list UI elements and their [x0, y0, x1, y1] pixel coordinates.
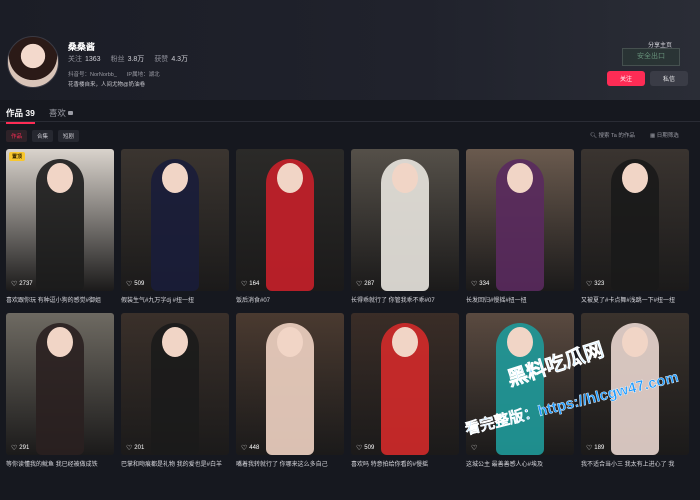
video-thumbnail[interactable]: ♡ 334 — [466, 149, 574, 291]
exit-sign: 安全出口 — [622, 48, 680, 66]
heart-icon: ♡ — [241, 281, 248, 288]
profile-header: 桑桑酱 关注 1363 粉丝 3.8万 获赞 4.3万 抖音号：NorNorbb_ I… — [0, 0, 700, 100]
heart-icon: ♡ — [356, 281, 363, 288]
filter-chips: 作品 合集 短剧 — [6, 130, 80, 142]
figure-head — [162, 163, 188, 193]
lock-icon — [67, 111, 73, 115]
follow-stat[interactable]: 关注 1363 — [68, 54, 101, 64]
video-caption[interactable]: 巴掌和吻痕都是礼物 我的爱也是#白羊 — [121, 459, 229, 468]
message-button[interactable]: 私信 — [650, 71, 688, 86]
heart-icon: ♡ — [471, 445, 478, 452]
video-thumbnail[interactable]: ♡ 201 — [121, 313, 229, 455]
video-caption[interactable]: 长发回归#慢摇#扭一扭 — [466, 295, 574, 304]
figure-head — [622, 163, 648, 193]
video-caption[interactable]: 嘴着我转就行了 你哪来这么多自己 — [236, 459, 344, 468]
like-count: ♡ 189 — [586, 445, 605, 452]
figure-head — [622, 327, 648, 357]
video-caption[interactable]: 喜欢跟你玩 有种逗小狗的感觉#御姐 — [6, 295, 114, 304]
figure-head — [47, 327, 73, 357]
date-filter[interactable]: ▦ 日期筛选 — [650, 131, 679, 139]
like-count: ♡ 287 — [356, 281, 375, 288]
like-count: ♡ 509 — [126, 281, 145, 288]
like-count: ♡ 291 — [11, 445, 30, 452]
video-thumbnail[interactable]: 置顶 ♡ 2737 — [6, 149, 114, 291]
search-works[interactable]: 🔍︎ 搜索 Ta 的作品 — [590, 131, 635, 139]
profile-name: 桑桑酱 — [68, 42, 96, 52]
video-caption[interactable]: 这城公主 最善善感人心#埃及 — [466, 459, 574, 468]
profile-stats: 关注 1363 粉丝 3.8万 获赞 4.3万 — [68, 54, 188, 64]
video-caption[interactable]: 我不适合当小三 我太有上进心了 我 — [581, 459, 689, 468]
video-caption[interactable]: 饭后消食#07 — [236, 295, 344, 304]
tab-likes[interactable]: 喜欢 — [49, 107, 73, 119]
like-count: ♡ 323 — [586, 281, 605, 288]
heart-icon: ♡ — [241, 445, 248, 452]
chip-collections[interactable]: 合集 — [32, 130, 54, 142]
heart-icon: ♡ — [11, 281, 18, 288]
like-count: ♡ 334 — [471, 281, 490, 288]
like-count: ♡ 509 — [356, 445, 375, 452]
figure-head — [277, 163, 303, 193]
heart-icon: ♡ — [471, 281, 478, 288]
ip-location: IP属地：湖北 — [126, 72, 160, 78]
like-count: ♡ 201 — [126, 445, 145, 452]
chip-short-drama[interactable]: 短剧 — [58, 130, 80, 142]
fans-stat[interactable]: 粉丝 3.8万 — [111, 54, 145, 64]
heart-icon: ♡ — [586, 445, 593, 452]
video-caption[interactable]: 等你读懂我的鱿鱼 我已经被做成铁 — [6, 459, 114, 468]
tab-works[interactable]: 作品 39 — [6, 107, 35, 124]
heart-icon: ♡ — [126, 281, 133, 288]
figure-head — [507, 163, 533, 193]
profile-meta: 抖音号：NorNorbb_ IP属地：湖北 — [68, 70, 160, 78]
follow-button[interactable]: 关注 — [607, 71, 645, 86]
figure-head — [392, 163, 418, 193]
video-thumbnail[interactable]: ♡ 164 — [236, 149, 344, 291]
douyin-id: 抖音号：NorNorbb_ — [68, 72, 117, 78]
video-caption[interactable]: 长得乖就行了 你管我乖不乖#07 — [351, 295, 459, 304]
video-thumbnail[interactable]: ♡ 287 — [351, 149, 459, 291]
chip-works[interactable]: 作品 — [6, 130, 28, 142]
figure-head — [507, 327, 533, 357]
video-thumbnail[interactable]: ♡ 448 — [236, 313, 344, 455]
like-count: ♡ 164 — [241, 281, 260, 288]
like-count: ♡ 448 — [241, 445, 260, 452]
video-caption[interactable]: 喜欢吗 特意拍给你看的#慢摇 — [351, 459, 459, 468]
video-thumbnail[interactable]: ♡ 509 — [351, 313, 459, 455]
video-thumbnail[interactable]: ♡ 291 — [6, 313, 114, 455]
avatar[interactable] — [7, 36, 59, 88]
heart-icon: ♡ — [586, 281, 593, 288]
video-caption[interactable]: 又被夏了#卡点舞#浅跳一下#扭一扭 — [581, 295, 689, 304]
pinned-badge: 置顶 — [9, 152, 26, 161]
figure-head — [47, 163, 73, 193]
like-count: ♡ 2737 — [11, 281, 33, 288]
heart-icon: ♡ — [11, 445, 18, 452]
video-thumbnail[interactable]: ♡ 509 — [121, 149, 229, 291]
video-thumbnail[interactable]: ♡ 323 — [581, 149, 689, 291]
like-count: ♡ — [471, 444, 479, 452]
likes-stat: 获赞 4.3万 — [154, 56, 189, 63]
divider — [0, 121, 700, 122]
figure-head — [277, 327, 303, 357]
content-tabs: 作品 39 喜欢 — [6, 107, 73, 124]
heart-icon: ♡ — [356, 445, 363, 452]
figure-head — [392, 327, 418, 357]
heart-icon: ♡ — [126, 445, 133, 452]
figure-head — [162, 327, 188, 357]
profile-bio: 花香楼自来，人间尤物@奶油卷 — [68, 82, 146, 88]
video-caption[interactable]: 假装生气#九万字dj #扭一扭 — [121, 295, 229, 304]
